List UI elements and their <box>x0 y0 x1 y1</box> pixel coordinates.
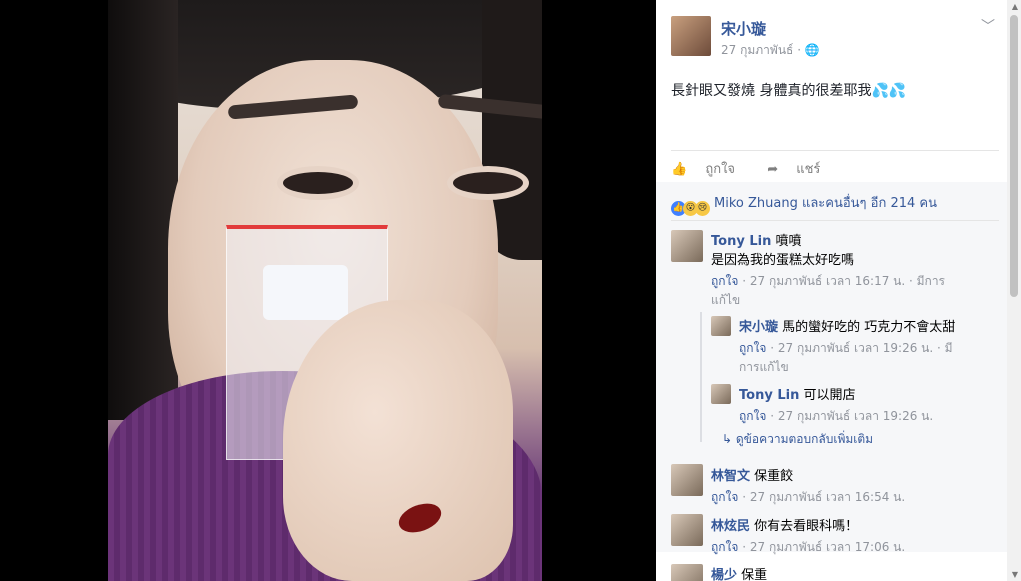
post-text: 長針眼又發燒 身體真的很差耶我💦💦 <box>671 83 907 99</box>
photo-viewer <box>0 0 656 581</box>
author-name[interactable]: 宋小璇 <box>721 18 766 39</box>
divider <box>671 150 999 151</box>
thumbs-up-icon: 👍 <box>671 162 692 177</box>
share-button[interactable]: ➦ แชร์ <box>767 162 834 177</box>
post-panel: ▲ ▼ 宋小璇 27 กุมภาพันธ์ · 🌐 ﹀ 長針眼又發燒 身體真的很… <box>656 0 1021 581</box>
author-avatar[interactable] <box>671 16 711 56</box>
comment: 楊少 保重 <box>711 568 768 581</box>
avatar[interactable] <box>671 514 703 546</box>
like-button[interactable]: 👍 ถูกใจ <box>671 162 749 177</box>
post-meta: 27 กุมภาพันธ์ · 🌐 <box>721 43 820 57</box>
scroll-down-icon[interactable]: ▼ <box>1012 570 1018 579</box>
right-eye <box>453 172 523 194</box>
medicine-label <box>263 265 348 320</box>
avatar[interactable] <box>711 316 731 336</box>
avatar[interactable] <box>711 384 731 404</box>
avatar[interactable] <box>671 464 703 496</box>
comment: Tony Lin 噴噴 是因為我的蛋糕太好吃嗎 ถูกใจ · 27 กุมภา… <box>711 234 946 307</box>
post-actions: 👍 ถูกใจ ➦ แชร์ <box>671 158 848 179</box>
comments-section: 👍 😮 😢 Miko Zhuang และคนอื่นๆ อีก 214 คน Ton… <box>656 182 1007 581</box>
reply-thread-line <box>700 312 702 442</box>
hand <box>283 300 513 581</box>
post-photo[interactable] <box>108 0 542 581</box>
comment: 林智文 保重餃 ถูกใจ · 27 กุมภาพันธ์ เวลา 16:54… <box>711 469 906 504</box>
chevron-down-icon[interactable]: ﹀ <box>981 16 995 36</box>
reply-arrow-icon: ↳ <box>722 432 736 446</box>
post-date[interactable]: 27 กุมภาพันธ์ <box>721 43 793 57</box>
reactions-summary[interactable]: 👍 😮 😢 Miko Zhuang และคนอื่นๆ อีก 214 คน <box>671 192 937 216</box>
scroll-thumb[interactable] <box>1010 15 1018 297</box>
left-eye <box>283 172 353 194</box>
globe-icon: 🌐 <box>804 43 820 57</box>
reply: Tony Lin 可以開店 ถูกใจ · 27 กุมภาพันธ์ เวลา… <box>739 388 934 423</box>
reply: 宋小璇 馬的蠻好吃的 巧克力不會太甜 ถูกใจ · 27 กุมภาพันธ์… <box>739 320 956 374</box>
share-icon: ➦ <box>767 162 783 177</box>
comment: 林炫民 你有去看眼科嗎！ ถูกใจ · 27 กุมภาพันธ์ เวลา … <box>711 519 906 554</box>
avatar[interactable] <box>671 564 703 581</box>
scroll-up-icon[interactable]: ▲ <box>1012 2 1018 11</box>
avatar[interactable] <box>671 230 703 262</box>
scrollbar[interactable]: ▲ ▼ <box>1007 0 1021 581</box>
sad-reaction-icon: 😢 <box>695 201 710 216</box>
more-replies-link[interactable]: ↳ ดูข้อความตอบกลับเพิ่มเติม <box>722 430 873 449</box>
